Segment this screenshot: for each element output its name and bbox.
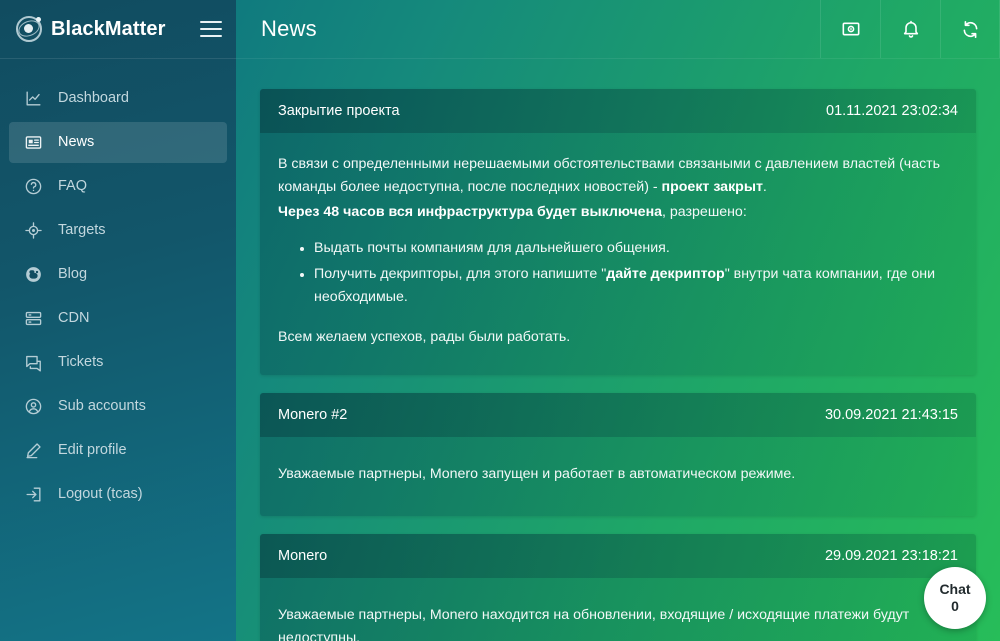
sidebar-item-label: Targets (58, 221, 106, 238)
news-card: Monero 29.09.2021 23:18:21 Уважаемые пар… (260, 534, 976, 641)
brand-name: BlackMatter (51, 17, 166, 40)
bullet-text-bold: дайте декриптор (606, 266, 725, 282)
server-icon (22, 308, 44, 330)
chat-widget-button[interactable]: Chat 0 (924, 567, 986, 629)
sidebar-item-targets[interactable]: Targets (9, 210, 227, 251)
sidebar-item-news[interactable]: News (9, 122, 227, 163)
list-item: Выдать почты компаниям для дальнейшего о… (314, 237, 958, 260)
news-card-body: Уважаемые партнеры, Monero запущен и раб… (260, 437, 976, 516)
sidebar-item-label: FAQ (58, 177, 88, 194)
news-card-title: Monero #2 (278, 407, 348, 423)
news-paragraph: Уважаемые партнеры, Monero находится на … (278, 607, 910, 641)
bullet-text-1: Выдать почты компаниям для дальнейшего о… (314, 240, 670, 256)
news-paragraph: Уважаемые партнеры, Monero запущен и раб… (278, 466, 796, 482)
brand-header: BlackMatter (0, 0, 236, 59)
payments-button[interactable] (820, 0, 880, 58)
sidebar-item-blog[interactable]: Blog (9, 254, 227, 295)
line-chart-icon (22, 88, 44, 110)
news-paragraph: В связи с определенными нерешаемыми обст… (278, 153, 958, 199)
user-circle-icon (22, 396, 44, 418)
bell-icon (901, 19, 921, 39)
news-card-date: 30.09.2021 21:43:15 (824, 407, 958, 423)
notifications-button[interactable] (880, 0, 940, 58)
list-item: Получить декрипторы, для этого напишите … (314, 263, 958, 309)
sidebar-item-label: Dashboard (58, 89, 129, 106)
sidebar-item-label: Edit profile (58, 441, 127, 458)
sidebar-item-faq[interactable]: FAQ (9, 166, 227, 207)
news-card-date: 29.09.2021 23:18:21 (824, 548, 958, 564)
news-text-3: , разрешено: (662, 204, 747, 220)
refresh-icon (960, 19, 981, 40)
news-card-title: Monero (278, 548, 328, 564)
news-card: Закрытие проекта 01.11.2021 23:02:34 В с… (260, 89, 976, 375)
crosshair-icon (22, 220, 44, 242)
blogger-icon (22, 264, 44, 286)
news-card: Monero #2 30.09.2021 21:43:15 Уважаемые … (260, 393, 976, 516)
main-area: News Закрытие проекта 01.11.2021 23:02:3… (236, 0, 1000, 641)
sidebar-item-label: Tickets (58, 353, 104, 370)
sidebar-item-label: Sub accounts (58, 397, 146, 414)
sidebar-item-edit-profile[interactable]: Edit profile (9, 430, 227, 471)
news-card-date: 01.11.2021 23:02:34 (826, 103, 958, 119)
pencil-icon (22, 440, 44, 462)
newspaper-icon (22, 132, 44, 154)
news-card-header: Закрытие проекта 01.11.2021 23:02:34 (260, 89, 976, 133)
sidebar-item-label: Logout (tcas) (58, 485, 143, 502)
chat-bubbles-icon (22, 352, 44, 374)
sidebar-item-tickets[interactable]: Tickets (9, 342, 227, 383)
chat-widget-count: 0 (951, 597, 959, 614)
question-circle-icon (22, 176, 44, 198)
news-text-bold-1: проект закрыт (661, 179, 763, 195)
news-bullet-list: Выдать почты компаниям для дальнейшего о… (278, 237, 958, 309)
news-text-bold-2: Через 48 часов вся инфраструктура будет … (278, 204, 663, 220)
money-box-icon (841, 19, 861, 39)
sidebar-item-label: CDN (58, 309, 90, 326)
news-text-2: . (762, 179, 767, 195)
app-root: BlackMatter Dashboard News FAQ Targets B… (0, 0, 1000, 641)
chat-widget-label: Chat (939, 580, 971, 597)
sidebar-item-label: Blog (58, 265, 88, 282)
sidebar-item-logout[interactable]: Logout (tcas) (9, 474, 227, 515)
news-card-title: Закрытие проекта (278, 103, 400, 119)
news-list: Закрытие проекта 01.11.2021 23:02:34 В с… (236, 59, 1000, 641)
refresh-button[interactable] (940, 0, 1000, 58)
news-card-body: В связи с определенными нерешаемыми обст… (260, 133, 976, 375)
atom-orbit-icon (15, 16, 43, 42)
sidebar: BlackMatter Dashboard News FAQ Targets B… (0, 0, 236, 641)
logout-arrow-icon (22, 484, 44, 506)
news-card-header: Monero 29.09.2021 23:18:21 (260, 534, 976, 578)
bullet-text-2: Получить декрипторы, для этого напишите … (314, 266, 607, 282)
page-title: News (261, 16, 317, 41)
news-text-1: В связи с определенными нерешаемыми обст… (278, 156, 941, 195)
news-card-header: Monero #2 30.09.2021 21:43:15 (260, 393, 976, 437)
hamburger-menu-icon[interactable] (200, 21, 222, 37)
topbar-actions (820, 0, 1000, 58)
sidebar-nav: Dashboard News FAQ Targets Blog CDN Tick… (0, 59, 236, 515)
sidebar-item-label: News (58, 133, 95, 150)
sidebar-item-sub-accounts[interactable]: Sub accounts (9, 386, 227, 427)
news-card-body: Уважаемые партнеры, Monero находится на … (260, 578, 976, 641)
sidebar-item-dashboard[interactable]: Dashboard (9, 78, 227, 119)
news-closing-line: Всем желаем успехов, рады были работать. (278, 329, 571, 345)
topbar: News (236, 0, 1000, 59)
sidebar-item-cdn[interactable]: CDN (9, 298, 227, 339)
news-paragraph: Через 48 часов вся инфраструктура будет … (278, 201, 958, 224)
